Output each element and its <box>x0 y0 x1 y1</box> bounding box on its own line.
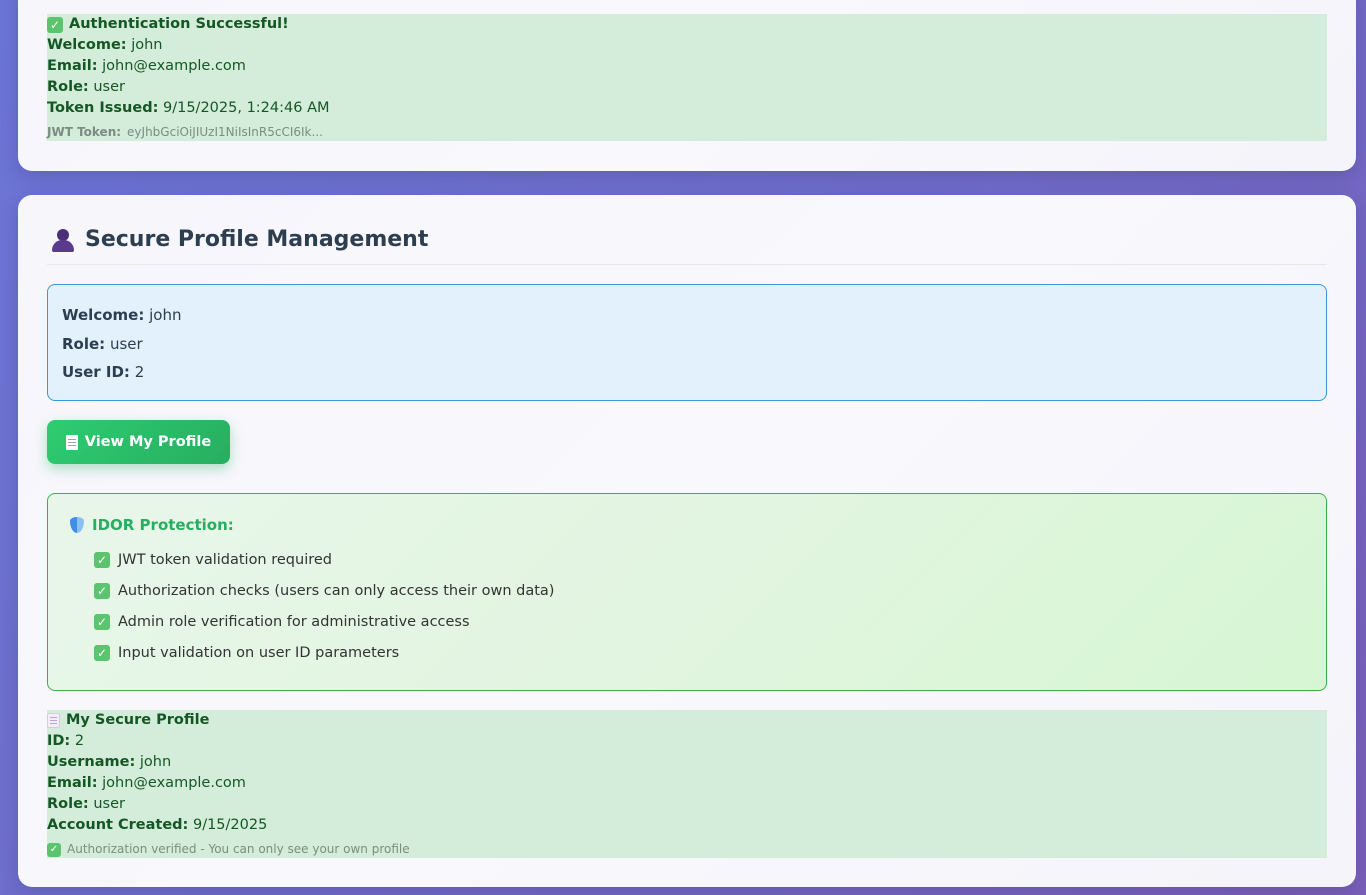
auth-welcome-label: Welcome: <box>47 37 127 53</box>
authorization-note: ✓ Authorization verified - You can only … <box>47 839 1327 860</box>
auth-welcome-value: john <box>131 37 163 53</box>
auth-success-header: ✓ Authentication Successful! <box>47 14 1327 35</box>
authorization-note-text: Authorization verified - You can only se… <box>67 842 410 856</box>
info-row-user-id: User ID: 2 <box>62 358 1312 387</box>
idor-protection-box: IDOR Protection: ✓ JWT token validation r… <box>47 493 1327 691</box>
auth-token-issued-value: 9/15/2025, 1:24:46 AM <box>163 100 330 116</box>
profile-row-id: ID: 2 <box>47 731 1327 752</box>
section-title-text: Secure Profile Management <box>85 227 429 252</box>
idor-item-text: Admin role verification for administrati… <box>118 613 470 630</box>
list-item: ✓ Input validation on user ID parameters <box>94 637 1304 668</box>
jwt-token-row: JWT Token: eyJhbGciOiJIUzI1NiIsInR5cCI6I… <box>47 122 1327 143</box>
check-mark-icon: ✓ <box>94 551 110 568</box>
profile-row-created: Account Created: 9/15/2025 <box>47 815 1327 836</box>
profile-created-label: Account Created: <box>47 817 189 833</box>
info-user-id-label: User ID: <box>62 363 130 381</box>
list-item: ✓ Authorization checks (users can only ac… <box>94 575 1304 606</box>
auth-email-value: john@example.com <box>102 58 246 74</box>
profile-username-value: john <box>139 754 172 770</box>
check-mark-icon: ✓ <box>47 842 61 857</box>
info-row-welcome: Welcome: john <box>62 301 1312 330</box>
profile-row-username: Username: john <box>47 752 1327 773</box>
profile-role-label: Role: <box>47 796 89 812</box>
check-mark-icon: ✓ <box>94 582 110 599</box>
auth-row-role: Role: user <box>47 77 1327 98</box>
view-my-profile-button[interactable]: View My Profile <box>47 420 230 464</box>
profile-email-label: Email: <box>47 775 98 791</box>
idor-title-text: IDOR Protection: <box>92 516 234 534</box>
auth-card: ✓ Authentication Successful! Welcome: jo… <box>18 0 1356 171</box>
idor-item-text: Authorization checks (users can only acc… <box>118 582 555 599</box>
user-info-box: Welcome: john Role: user User ID: 2 <box>47 284 1327 401</box>
check-mark-icon: ✓ <box>94 613 110 630</box>
auth-role-label: Role: <box>47 79 89 95</box>
profile-username-label: Username: <box>47 754 136 770</box>
check-mark-icon: ✓ <box>47 16 63 33</box>
profile-row-email: Email: john@example.com <box>47 773 1327 794</box>
info-role-label: Role: <box>62 334 106 353</box>
auth-row-welcome: Welcome: john <box>47 35 1327 56</box>
my-profile-title: My Secure Profile <box>66 712 210 728</box>
profile-email-value: john@example.com <box>102 775 246 791</box>
auth-success-title: Authentication Successful! <box>69 16 289 32</box>
idor-item-text: JWT token validation required <box>118 551 332 568</box>
profile-management-card: Secure Profile Management Welcome: john … <box>18 195 1356 887</box>
view-my-profile-label: View My Profile <box>84 434 212 450</box>
profile-id-value: 2 <box>74 733 85 749</box>
profile-id-label: ID: <box>47 733 71 749</box>
profile-created-value: 9/15/2025 <box>192 817 268 833</box>
idor-item-text: Input validation on user ID parameters <box>118 644 400 661</box>
user-silhouette-icon <box>51 228 75 252</box>
memo-icon <box>47 713 60 728</box>
idor-title: IDOR Protection: <box>70 516 1304 534</box>
page-icon <box>65 434 78 450</box>
auth-row-token-issued: Token Issued: 9/15/2025, 1:24:46 AM <box>47 98 1327 119</box>
info-welcome-label: Welcome: <box>62 306 145 324</box>
shield-icon <box>70 517 84 533</box>
auth-success-box: ✓ Authentication Successful! Welcome: jo… <box>47 14 1327 141</box>
section-title: Secure Profile Management <box>51 227 428 252</box>
my-profile-box: My Secure Profile ID: 2 Username: john E… <box>47 710 1327 858</box>
jwt-token-value: eyJhbGciOiJIUzI1NiIsInR5cCI6Ik... <box>127 125 323 139</box>
section-divider <box>47 264 1327 265</box>
list-item: ✓ Admin role verification for administrat… <box>94 606 1304 637</box>
my-profile-header: My Secure Profile <box>47 710 1327 731</box>
info-row-role: Role: user <box>62 330 1312 359</box>
jwt-token-label: JWT Token: <box>47 125 122 139</box>
check-mark-icon: ✓ <box>94 644 110 661</box>
info-welcome-value: john <box>149 306 182 324</box>
list-item: ✓ JWT token validation required <box>94 544 1304 575</box>
info-user-id-value: 2 <box>134 363 145 381</box>
profile-row-role: Role: user <box>47 794 1327 815</box>
idor-list: ✓ JWT token validation required ✓ Authoriz… <box>70 544 1304 668</box>
profile-role-value: user <box>93 796 125 812</box>
auth-row-email: Email: john@example.com <box>47 56 1327 77</box>
auth-token-issued-label: Token Issued: <box>47 100 159 116</box>
info-role-value: user <box>109 334 143 353</box>
auth-role-value: user <box>93 79 125 95</box>
auth-email-label: Email: <box>47 58 98 74</box>
